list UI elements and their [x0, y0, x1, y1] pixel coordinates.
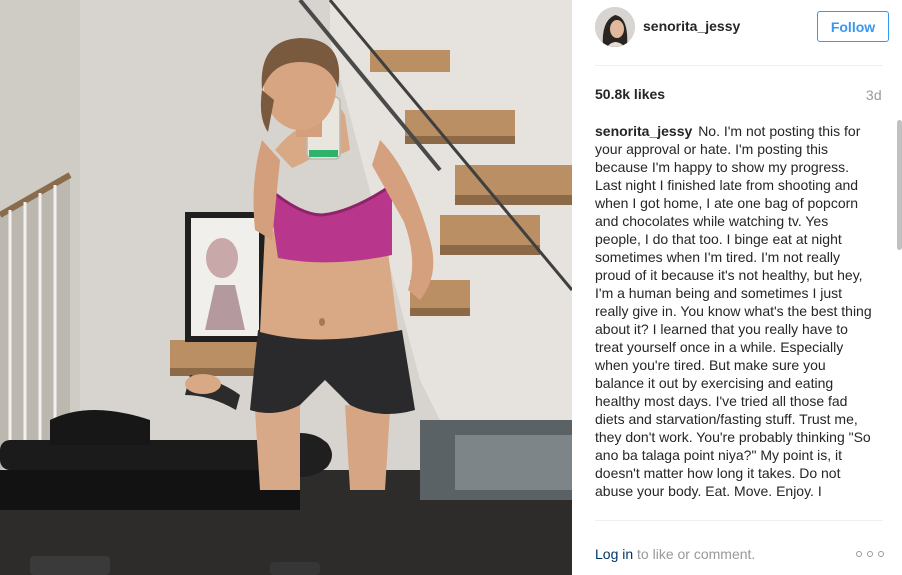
- likes-count[interactable]: 50.8k likes: [595, 86, 665, 102]
- post-timestamp[interactable]: 3d: [866, 87, 882, 103]
- caption-username[interactable]: senorita_jessy: [595, 123, 692, 139]
- caption-text: No. I'm not posting this for your approv…: [595, 123, 872, 499]
- footer-divider: [595, 520, 883, 521]
- more-dot: [856, 551, 862, 557]
- post-username[interactable]: senorita_jessy: [643, 18, 740, 34]
- follow-button[interactable]: Follow: [817, 11, 889, 42]
- caption-container[interactable]: senorita_jessy No. I'm not posting this …: [595, 122, 875, 518]
- login-link[interactable]: Log in: [595, 546, 633, 562]
- post-details-panel: senorita_jessy Follow 50.8k likes 3d sen…: [572, 0, 902, 575]
- caption-scrollbar[interactable]: [897, 120, 902, 250]
- login-prompt-text: to like or comment.: [633, 546, 756, 562]
- avatar-image: [595, 7, 635, 47]
- more-dot: [867, 551, 873, 557]
- header-divider: [595, 65, 883, 66]
- post-photo[interactable]: [0, 0, 572, 575]
- caption: senorita_jessy No. I'm not posting this …: [595, 122, 875, 500]
- post-photo-image: [0, 0, 572, 575]
- post-header: senorita_jessy Follow: [595, 7, 889, 47]
- more-options-icon[interactable]: [856, 547, 884, 561]
- login-prompt: Log in to like or comment.: [595, 546, 755, 562]
- more-dot: [878, 551, 884, 557]
- avatar[interactable]: [595, 7, 635, 47]
